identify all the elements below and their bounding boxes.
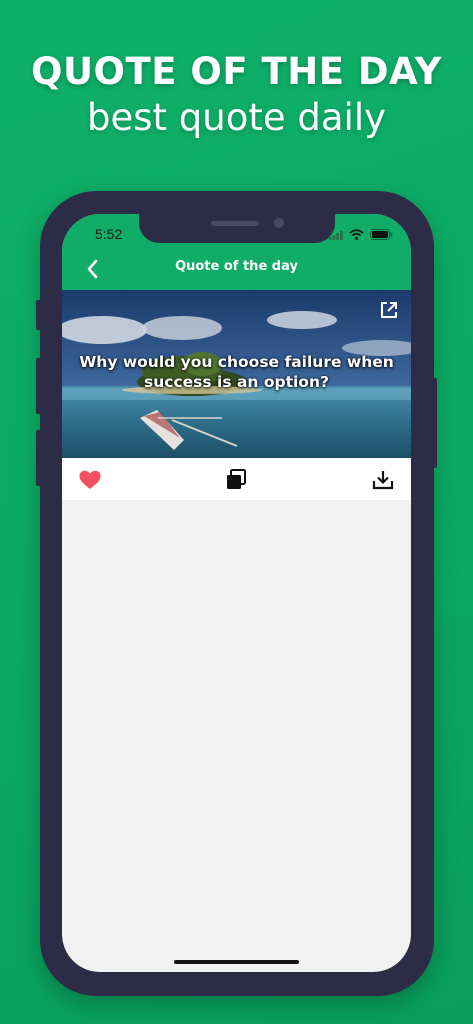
phone-notch (139, 214, 335, 243)
heart-icon (79, 470, 101, 489)
quote-actions-bar (62, 458, 411, 500)
front-camera (274, 218, 284, 228)
phone-mute-switch (36, 300, 42, 330)
promo-subtitle: best quote daily (86, 96, 387, 139)
quote-text: Why would you choose failure when succes… (79, 353, 394, 391)
phone-screen: 5:52 Quote of the day Why would you choo… (62, 214, 411, 972)
app-header: 5:52 Quote of the day (62, 214, 411, 290)
open-external-button[interactable] (379, 300, 399, 320)
phone-power-button (431, 378, 437, 468)
download-button[interactable] (371, 468, 395, 492)
wifi-icon (349, 227, 364, 245)
speaker-grille (211, 221, 259, 226)
promo-title: QUOTE OF THE DAY (31, 50, 442, 93)
page-title: Quote of the day (175, 259, 298, 274)
phone-volume-up (36, 358, 42, 414)
status-time: 5:52 (95, 226, 123, 242)
status-icons (329, 227, 393, 245)
open-external-icon (381, 302, 397, 318)
battery-icon (370, 227, 393, 245)
download-icon (372, 471, 394, 490)
home-indicator[interactable] (174, 960, 299, 964)
phone-volume-down (36, 430, 42, 486)
copy-icon (227, 469, 246, 489)
favorite-button[interactable] (78, 468, 102, 492)
copy-button[interactable] (224, 468, 248, 492)
quote-card[interactable]: Why would you choose failure when succes… (62, 290, 411, 458)
